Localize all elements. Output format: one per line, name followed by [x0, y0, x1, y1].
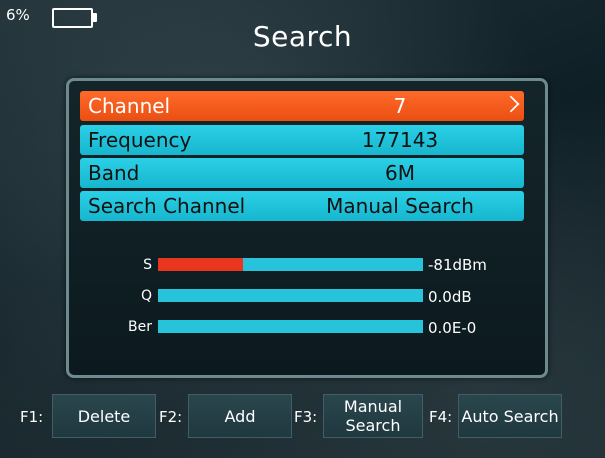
setting-label: Channel	[88, 94, 171, 118]
signal-strength-bar	[158, 258, 423, 271]
auto-search-button-label: Auto Search	[461, 406, 559, 426]
setting-row-channel[interactable]: Channel 7	[80, 91, 524, 121]
f1-key-label: F1:	[20, 408, 44, 426]
setting-value: 177143	[361, 128, 439, 152]
setting-label: Search Channel	[88, 194, 246, 218]
signal-strength-fill	[158, 258, 243, 271]
signal-strength-label: S	[143, 257, 152, 273]
manual-search-line1: Manual	[343, 397, 403, 416]
f3-key-label: F3:	[294, 408, 318, 426]
setting-label: Band	[88, 161, 140, 185]
signal-quality-bar	[158, 289, 423, 302]
chevron-right-icon[interactable]	[502, 95, 520, 113]
setting-row-frequency[interactable]: Frequency 177143	[80, 125, 524, 155]
add-button-label: Add	[224, 406, 256, 426]
manual-search-button[interactable]: Manual Search	[323, 394, 423, 438]
f2-key-label: F2:	[159, 408, 183, 426]
bit-error-rate-value: 0.0E-0	[428, 319, 477, 337]
bit-error-rate-label: Ber	[128, 319, 152, 335]
setting-value: 7	[393, 94, 407, 118]
add-button[interactable]: Add	[188, 394, 292, 438]
manual-search-line2: Search	[345, 416, 401, 435]
signal-quality-value: 0.0dB	[428, 288, 472, 306]
signal-strength-value: -81dBm	[428, 256, 487, 274]
manual-search-button-label: Manual Search	[344, 397, 402, 435]
setting-row-band[interactable]: Band 6M	[80, 158, 524, 188]
f4-key-label: F4:	[429, 408, 453, 426]
bit-error-rate-bar	[158, 320, 423, 333]
setting-value: Manual Search	[326, 194, 474, 218]
auto-search-button[interactable]: Auto Search	[458, 394, 562, 438]
page-title: Search	[252, 20, 353, 53]
setting-value: 6M	[385, 161, 415, 185]
delete-button[interactable]: Delete	[52, 394, 156, 438]
setting-row-search-channel[interactable]: Search Channel Manual Search	[80, 191, 524, 221]
signal-quality-label: Q	[140, 288, 152, 304]
screen-background: 6% Search Channel 7 Frequency 177143 Ban…	[0, 0, 605, 458]
setting-label: Frequency	[88, 128, 192, 152]
delete-button-label: Delete	[77, 406, 131, 426]
